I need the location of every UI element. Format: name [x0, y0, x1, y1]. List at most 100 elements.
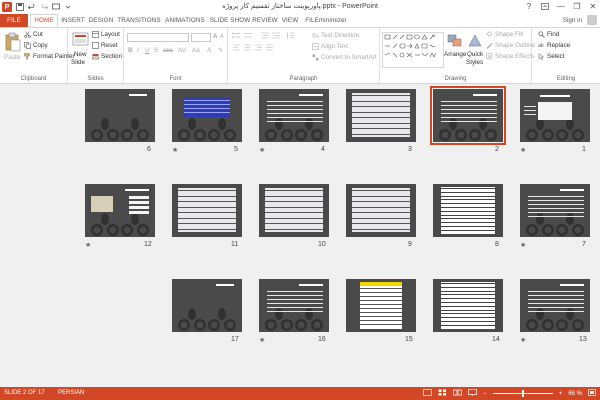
- tab-view[interactable]: VIEW: [280, 14, 300, 27]
- slide-thumbnail-9[interactable]: [346, 184, 416, 237]
- zoom-out-button[interactable]: −: [483, 391, 487, 397]
- new-slide-label[interactable]: New: [74, 51, 87, 58]
- shapes-gallery[interactable]: [382, 32, 444, 68]
- transition-star-icon[interactable]: ★: [172, 146, 178, 154]
- tab-file[interactable]: FILE: [0, 14, 28, 27]
- font-size-combo[interactable]: [191, 33, 211, 42]
- layout-button[interactable]: Layout: [92, 31, 120, 38]
- strikethrough-icon[interactable]: abc: [163, 47, 173, 54]
- arrange-icon[interactable]: [446, 33, 464, 51]
- tab-insert[interactable]: INSERT: [60, 14, 86, 27]
- slide-thumbnail-12[interactable]: [85, 184, 155, 237]
- zoom-slider-handle[interactable]: [521, 389, 524, 397]
- slide-thumbnail-13[interactable]: [520, 279, 590, 332]
- transition-star-icon[interactable]: ★: [520, 146, 526, 154]
- line-spacing-icon[interactable]: [286, 32, 296, 39]
- cut-button[interactable]: Cut: [24, 31, 43, 38]
- slide-text-line: [528, 307, 584, 308]
- section-button[interactable]: Section: [92, 53, 122, 60]
- slide-thumbnail-1[interactable]: [520, 89, 590, 142]
- avatar[interactable]: [587, 15, 597, 25]
- new-slide-icon[interactable]: [72, 32, 90, 50]
- find-button[interactable]: Find: [538, 31, 559, 38]
- restore-button[interactable]: ❐: [572, 1, 582, 11]
- slide-thumbnail-16[interactable]: [259, 279, 329, 332]
- slide-number: 15: [405, 336, 413, 343]
- reading-view-icon[interactable]: [453, 389, 463, 398]
- ribbon-display-options-icon[interactable]: [540, 1, 550, 11]
- paste-icon[interactable]: [4, 32, 22, 52]
- zoom-in-button[interactable]: +: [559, 391, 563, 397]
- tab-home[interactable]: HOME: [30, 14, 58, 27]
- convert-smartart-button[interactable]: Convert to SmartArt: [312, 54, 377, 61]
- zoom-slider[interactable]: [492, 389, 553, 398]
- slide-thumbnail-5[interactable]: [172, 89, 242, 142]
- shape-outline-button[interactable]: Shape Outline: [486, 42, 535, 49]
- font-color-icon[interactable]: A: [207, 47, 211, 54]
- fit-slide-icon[interactable]: [588, 389, 596, 398]
- replace-button[interactable]: ab Replace: [538, 42, 570, 49]
- shadow-icon[interactable]: S: [154, 47, 158, 54]
- slide-thumbnail-17[interactable]: [172, 279, 242, 332]
- font-name-combo[interactable]: [127, 33, 189, 42]
- paste-button[interactable]: Paste: [4, 54, 20, 61]
- close-button[interactable]: ✕: [588, 1, 598, 11]
- grow-font-icon[interactable]: A: [213, 33, 218, 40]
- shrink-font-icon[interactable]: A: [220, 34, 224, 40]
- slide-show-view-icon[interactable]: [468, 389, 478, 398]
- tab-transitions[interactable]: TRANSITIONS: [117, 14, 161, 27]
- align-icons[interactable]: [232, 44, 282, 51]
- minimize-button[interactable]: —: [556, 1, 566, 11]
- arrange-label[interactable]: Arrange: [444, 51, 466, 58]
- slide-thumbnail-14[interactable]: [433, 279, 503, 332]
- transition-star-icon[interactable]: ★: [259, 146, 265, 154]
- slide-thumbnail-8[interactable]: [433, 184, 503, 237]
- quick-styles-label-2[interactable]: Styles: [466, 59, 483, 66]
- shape-effects-button[interactable]: Shape Effects: [486, 53, 534, 60]
- bullets-icon[interactable]: [232, 32, 254, 39]
- transition-star-icon[interactable]: ★: [85, 241, 91, 249]
- zoom-level[interactable]: 66 %: [568, 391, 582, 397]
- bold-icon[interactable]: B: [128, 47, 133, 54]
- sign-in-link[interactable]: Sign in: [563, 17, 582, 24]
- clear-formatting-icon[interactable]: ✎: [218, 47, 223, 54]
- underline-icon[interactable]: U: [145, 47, 150, 54]
- shape-fill-button[interactable]: Shape Fill: [486, 31, 523, 38]
- tab-slide-show[interactable]: SLIDE SHOW: [209, 14, 251, 27]
- slide-table-row: [178, 201, 236, 202]
- slide-sorter-view-icon[interactable]: [438, 389, 447, 398]
- tab-fileminimizer[interactable]: FILEminimizer: [304, 14, 348, 27]
- slide-thumbnail-4[interactable]: [259, 89, 329, 142]
- slide-number: 13: [579, 336, 587, 343]
- slide-thumbnail-6[interactable]: [85, 89, 155, 142]
- reset-button[interactable]: Reset: [92, 42, 117, 49]
- transition-star-icon[interactable]: ★: [259, 336, 265, 344]
- indent-icon[interactable]: [260, 32, 282, 39]
- language-indicator[interactable]: PERSIAN: [58, 390, 84, 396]
- new-slide-label-2[interactable]: Slide: [71, 59, 85, 66]
- tab-review[interactable]: REVIEW: [252, 14, 278, 27]
- tab-animations[interactable]: ANIMATIONS: [163, 14, 207, 27]
- slide-thumbnail-10[interactable]: [259, 184, 329, 237]
- slide-thumbnail-7[interactable]: [520, 184, 590, 237]
- align-text-button[interactable]: Align Text: [312, 43, 348, 50]
- slide-thumbnail-11[interactable]: [172, 184, 242, 237]
- slide-number: 8: [495, 241, 499, 248]
- character-spacing-icon[interactable]: AV: [178, 47, 186, 54]
- normal-view-icon[interactable]: [423, 389, 433, 398]
- quick-styles-icon[interactable]: [466, 33, 484, 51]
- slide-thumbnail-3[interactable]: [346, 89, 416, 142]
- change-case-icon[interactable]: Aa: [192, 47, 200, 54]
- text-direction-button[interactable]: Text Direction: [312, 32, 359, 39]
- select-button[interactable]: Select: [538, 52, 565, 61]
- italic-icon[interactable]: I: [137, 47, 139, 54]
- slide-thumbnail-2[interactable]: [430, 86, 506, 145]
- replace-label: Replace: [547, 42, 571, 49]
- copy-button[interactable]: Copy: [24, 42, 48, 49]
- help-button[interactable]: ?: [524, 1, 534, 11]
- transition-star-icon[interactable]: ★: [520, 336, 526, 344]
- slide-thumbnail-15[interactable]: [346, 279, 416, 332]
- transition-star-icon[interactable]: ★: [520, 241, 526, 249]
- tab-design[interactable]: DESIGN: [88, 14, 114, 27]
- quick-styles-label[interactable]: Quick: [467, 51, 483, 58]
